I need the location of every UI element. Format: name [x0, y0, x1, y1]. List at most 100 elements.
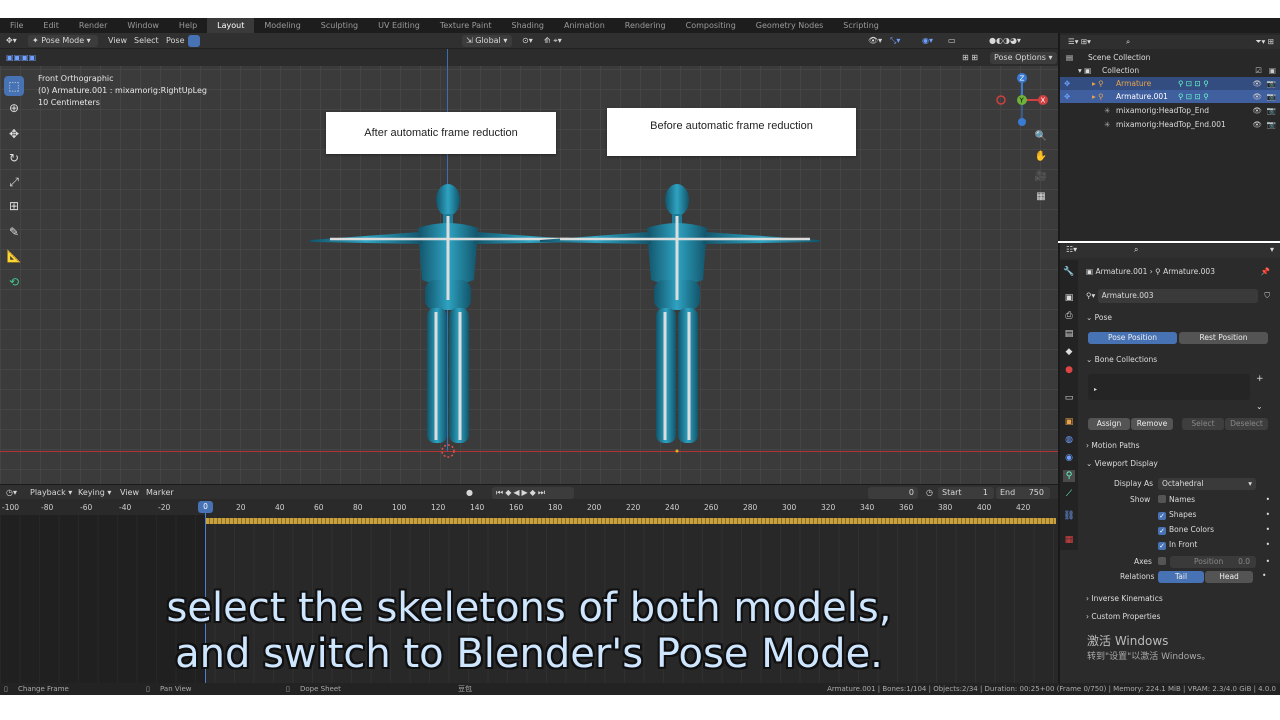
select-mode-icons[interactable]: ▣▣▣▣ [2, 52, 40, 64]
world-tab-icon[interactable]: ● [1063, 364, 1075, 376]
view-menu[interactable]: View [104, 35, 131, 47]
editor-type-icon[interactable]: ◷▾ [2, 487, 21, 499]
armature-data-tab-icon[interactable]: ⚲ [1063, 470, 1075, 482]
editor-icon[interactable]: ☰▾ ⊞▾ [1068, 35, 1091, 48]
inverse-kinematics-panel-header[interactable]: › Inverse Kinematics [1086, 592, 1274, 606]
tab-shading[interactable]: Shading [501, 18, 554, 33]
record-icon[interactable]: ● [462, 487, 477, 499]
orientation-dropdown[interactable]: ⇲ Global ▾ [462, 35, 512, 47]
viewport-display-panel-header[interactable]: ⌄ Viewport Display [1086, 457, 1274, 471]
assign-button[interactable]: Assign [1088, 418, 1130, 430]
character-right[interactable] [540, 184, 820, 453]
pivot-icon[interactable]: ⊙▾ [518, 35, 537, 47]
bone-collections-list[interactable]: ▸ [1088, 374, 1250, 400]
render-icon[interactable]: 📷 [1267, 77, 1276, 90]
rotate-icon[interactable]: ↻ [4, 148, 24, 168]
axes-row[interactable]: Axes Position 0.0 • [1086, 555, 1274, 569]
stopwatch-icon[interactable]: ◷ [922, 487, 937, 499]
cursor-icon[interactable]: ⊕ [4, 98, 24, 118]
mode-dropdown[interactable]: ✦ Pose Mode ▾ [28, 35, 98, 47]
datablock-name-field[interactable]: Armature.003 [1097, 289, 1258, 303]
tab-compositing[interactable]: Compositing [676, 18, 746, 33]
show-names-row[interactable]: Show Names • [1086, 493, 1274, 507]
pose-menu[interactable]: Pose [162, 35, 189, 47]
marker-menu[interactable]: Marker [142, 487, 178, 499]
shading-modes-icon[interactable]: ●◐◑◕▾ [985, 35, 1025, 47]
visibility-icon[interactable]: 👁▾ [864, 35, 886, 47]
in-front-checkbox[interactable]: ✓ [1158, 542, 1166, 550]
scale-icon[interactable]: ⤢ [4, 172, 24, 192]
jump-end-icon[interactable]: ⏭ [538, 488, 547, 497]
tab-texture-paint[interactable]: Texture Paint [430, 18, 502, 33]
playhead-frame-label[interactable]: 0 [198, 501, 213, 513]
select-button[interactable]: Select [1182, 418, 1224, 430]
xray-icon[interactable]: ▭ [944, 35, 960, 47]
bone-colors-checkbox[interactable]: ✓ [1158, 527, 1166, 535]
tab-layout[interactable]: Layout [207, 18, 255, 33]
render-icon[interactable]: 📷 [1267, 104, 1276, 117]
names-checkbox[interactable] [1158, 495, 1166, 503]
head-button[interactable]: Head [1205, 571, 1253, 583]
tab-sculpting[interactable]: Sculpting [311, 18, 368, 33]
shapes-checkbox[interactable]: ✓ [1158, 512, 1166, 520]
editor-icon[interactable]: ☷▾ [1066, 245, 1077, 254]
move-icon[interactable]: ✥ [4, 124, 24, 144]
eye-icon[interactable]: 👁 [1252, 118, 1262, 131]
auto-keying-icon[interactable] [188, 35, 200, 47]
rest-position-button[interactable]: Rest Position [1179, 332, 1268, 344]
display-as-dropdown[interactable]: Octahedral ▾ [1158, 478, 1256, 490]
render-icon[interactable]: 📷 [1267, 90, 1276, 103]
outliner-row-headtop-001[interactable]: ✳ mixamorig:HeadTop_End.001 👁 📷 [1060, 118, 1280, 131]
keyframe-summary-strip[interactable] [206, 518, 1056, 524]
shapes-row[interactable]: ✓ Shapes • [1086, 508, 1274, 522]
remove-button[interactable]: Remove [1131, 418, 1173, 430]
camera-icon[interactable]: ▣ [1269, 64, 1276, 77]
play-reverse-icon[interactable]: ◀ [513, 488, 521, 497]
texture-tab-icon[interactable]: ▦ [1063, 534, 1075, 546]
render-tab-icon[interactable]: ▣ [1063, 292, 1075, 304]
shield-icon[interactable]: ⛉ [1264, 289, 1270, 303]
current-frame-field[interactable]: 0 [868, 487, 918, 499]
character-left[interactable] [310, 184, 586, 458]
axes-checkbox[interactable] [1158, 557, 1166, 565]
tab-rendering[interactable]: Rendering [615, 18, 676, 33]
editor-type-icon[interactable]: ✥▾ [2, 35, 21, 47]
tab-scripting[interactable]: Scripting [833, 18, 889, 33]
collection-tab-icon[interactable]: ▭ [1063, 392, 1075, 404]
menu-window[interactable]: Window [117, 18, 169, 33]
view-layer-tab-icon[interactable]: ▤ [1063, 328, 1075, 340]
navigation-gizmo[interactable]: Z X Y [994, 72, 1050, 128]
checkbox-icon[interactable]: ☑ [1255, 64, 1262, 77]
output-tab-icon[interactable]: ⎙ [1063, 310, 1075, 322]
menu-edit[interactable]: Edit [33, 18, 69, 33]
outliner-row-headtop[interactable]: ✳ mixamorig:HeadTop_End 👁 📷 [1060, 104, 1280, 117]
snap-icon[interactable]: ⟰ ⌖▾ [540, 35, 566, 47]
bone-constraint-tab-icon[interactable]: ⛓ [1063, 510, 1075, 522]
end-frame-field[interactable]: End 750 [996, 487, 1050, 499]
search-icon[interactable]: ⌕ [1126, 35, 1130, 48]
eye-icon[interactable]: 👁 [1252, 104, 1262, 117]
chevron-down-icon[interactable]: ▾ [1270, 245, 1274, 254]
bone-tab-icon[interactable]: ⟋ [1063, 488, 1075, 500]
select-menu[interactable]: Select [130, 35, 163, 47]
keying-menu[interactable]: Keying ▾ [74, 487, 115, 499]
playback-menu[interactable]: Playback ▾ [26, 487, 76, 499]
scene-tab-icon[interactable]: ◆ [1063, 346, 1075, 358]
pose-panel-header[interactable]: ⌄ Pose [1086, 311, 1274, 325]
gizmo-icon[interactable]: ⤡▾ [886, 35, 904, 47]
deselect-button[interactable]: Deselect [1225, 418, 1268, 430]
axes-position-field[interactable]: Position 0.0 [1170, 556, 1256, 568]
zoom-icon[interactable]: 🔍 [1034, 130, 1048, 144]
tail-button[interactable]: Tail [1158, 571, 1204, 583]
bone-collections-panel-header[interactable]: ⌄ Bone Collections [1086, 353, 1274, 367]
eye-icon[interactable]: 👁 [1252, 77, 1262, 90]
chevron-down-icon[interactable]: ⌄ [1256, 402, 1268, 412]
tab-uv-editing[interactable]: UV Editing [368, 18, 430, 33]
view-menu[interactable]: View [116, 487, 143, 499]
tab-animation[interactable]: Animation [554, 18, 615, 33]
pose-tool-icon[interactable]: ⟲ [4, 272, 24, 292]
physics-tab-icon[interactable]: ◉ [1063, 452, 1075, 464]
modifier-tab-icon[interactable]: ◍ [1063, 434, 1075, 446]
add-icon[interactable]: + [1256, 374, 1268, 384]
overlay-icon[interactable]: ◉▾ [918, 35, 937, 47]
